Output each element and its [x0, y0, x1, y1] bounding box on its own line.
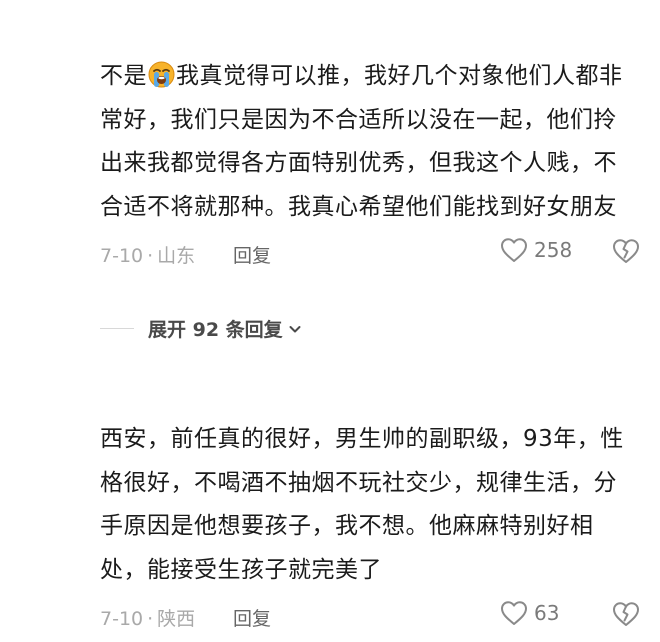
comment-item: 不是 我真觉得可以推，我好几个对象他们人都非常好，我们只是因为不合适所以没在一起…	[100, 55, 640, 273]
reply-button[interactable]: 回复	[233, 604, 271, 631]
comment-text: 西安，前任真的很好，男生帅的副职级，93年，性格很好，不喝酒不抽烟不玩社交少，规…	[100, 426, 624, 583]
comment-date-location: 7-10 · 陕西	[100, 604, 195, 631]
like-count: 258	[534, 238, 573, 262]
comment-date: 7-10	[100, 608, 144, 630]
comment-location: 山东	[157, 245, 196, 267]
chevron-down-icon	[287, 321, 303, 337]
like-button[interactable]: 258	[500, 237, 572, 263]
like-button[interactable]: 63	[500, 600, 559, 626]
broken-heart-icon[interactable]	[611, 600, 641, 628]
comment-text: 不是 我真觉得可以推，我好几个对象他们人都非常好，我们只是因为不合适所以没在一起…	[100, 55, 640, 229]
expand-replies-toggle[interactable]: 展开 92 条回复	[100, 315, 303, 342]
comment-date-location: 7-10 · 山东	[100, 241, 195, 268]
expand-replies-label: 展开 92 条回复	[148, 319, 283, 341]
comment-text-start: 不是	[100, 63, 147, 89]
heart-outline-icon	[500, 237, 528, 263]
meta-separator: ·	[147, 245, 154, 267]
divider-line	[100, 328, 134, 329]
reply-button[interactable]: 回复	[233, 241, 271, 268]
comment-location: 陕西	[157, 608, 196, 630]
comment-item: 西安，前任真的很好，男生帅的副职级，93年，性格很好，不喝酒不抽烟不玩社交少，规…	[100, 418, 640, 636]
comment-meta: 7-10 · 山东 回复 258	[100, 233, 640, 273]
comment-meta: 7-10 · 陕西 回复 63	[100, 596, 640, 636]
heart-outline-icon	[500, 600, 528, 626]
broken-heart-icon[interactable]	[611, 237, 641, 265]
comment-date: 7-10	[100, 245, 144, 267]
meta-separator: ·	[147, 608, 154, 630]
like-count: 63	[534, 601, 560, 625]
loudly-crying-face-icon	[148, 60, 175, 88]
comment-text-rest: 我真觉得可以推，我好几个对象他们人都非常好，我们只是因为不合适所以没在一起，他们…	[100, 63, 623, 220]
